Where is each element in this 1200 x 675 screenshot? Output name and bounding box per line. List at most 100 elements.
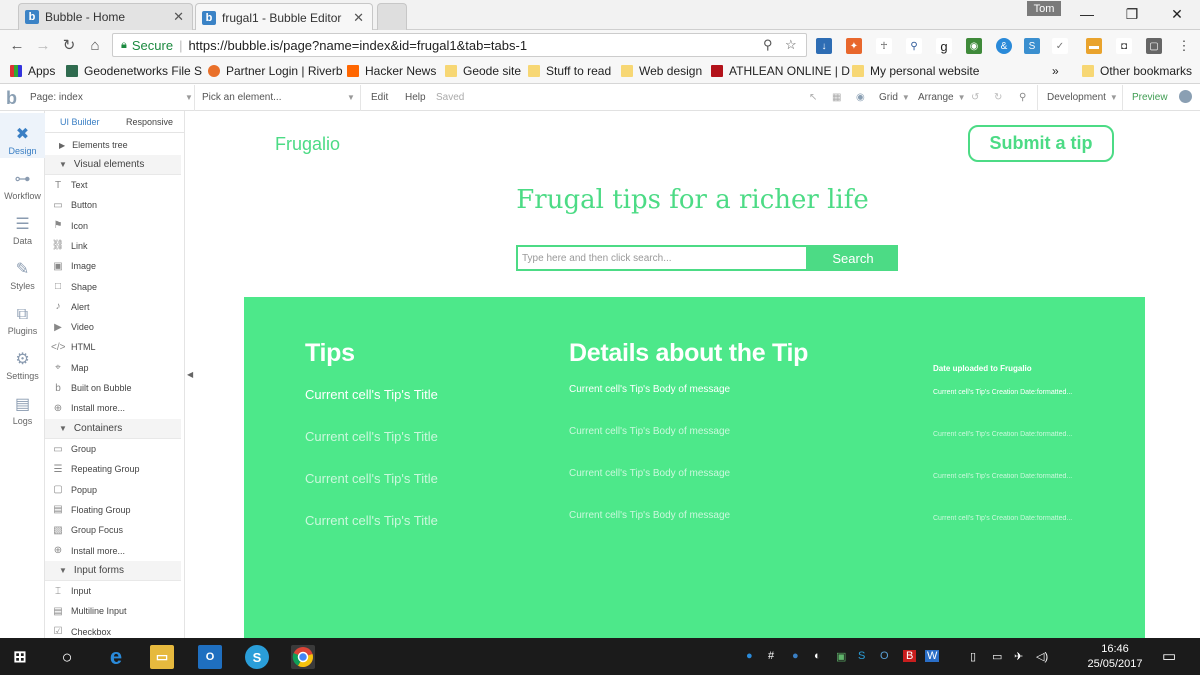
extension-icon[interactable]: g (936, 38, 952, 54)
bookmarks-overflow-chevron[interactable]: » (1052, 64, 1059, 78)
search-input[interactable]: Type here and then click search... (516, 245, 808, 271)
element-picker[interactable]: Pick an element... (202, 92, 281, 103)
profile-button[interactable]: Tom (1027, 1, 1061, 16)
chrome-icon[interactable] (291, 645, 315, 669)
bookmark-stuff-to-read[interactable]: Stuff to read (528, 64, 611, 78)
grid-toggle[interactable]: Grid ▼ (879, 92, 910, 103)
download-ext-icon[interactable]: ↓ (816, 38, 832, 54)
palette-item[interactable]: ⊕ Install more... (45, 398, 181, 418)
tips-repeating-group[interactable]: Tips Details about the Tip Date uploaded… (244, 297, 1145, 638)
rail-plugins[interactable]: ⧉ Plugins (0, 293, 45, 338)
restore-icon[interactable]: ❐ (1122, 4, 1142, 24)
tip-date-cell[interactable]: Current cell's Tip's Creation Date:forma… (933, 431, 1072, 438)
file-explorer-icon[interactable]: ▭ (150, 645, 174, 669)
palette-item[interactable]: □ Shape (45, 277, 181, 297)
tip-body-cell[interactable]: Current cell's Tip's Body of message (569, 510, 730, 521)
tab-responsive[interactable]: Responsive (126, 117, 173, 127)
search-icon[interactable]: ⚲ (1019, 92, 1026, 103)
battery-icon[interactable]: ▯ (970, 650, 976, 663)
palette-item[interactable]: ♪ Alert (45, 297, 181, 317)
outlook-icon[interactable]: O (198, 645, 222, 669)
chevron-down-icon[interactable]: ▼ (343, 92, 355, 103)
chevron-down-icon[interactable]: ▼ (181, 92, 193, 103)
tab-ui-builder[interactable]: UI Builder (60, 117, 100, 127)
windows-start-icon[interactable]: ⊞ (8, 645, 32, 669)
menu-kebab-icon[interactable]: ⋮ (1176, 38, 1192, 54)
extension-icon[interactable]: S (1024, 38, 1040, 54)
hero-heading[interactable]: Frugal tips for a richer life (195, 185, 1190, 215)
tip-body-cell[interactable]: Current cell's Tip's Body of message (569, 468, 730, 479)
input-forms-section[interactable]: ▼ Input forms (45, 561, 181, 581)
volume-icon[interactable]: ◁) (1036, 650, 1048, 663)
palette-item[interactable]: </> HTML (45, 337, 181, 357)
extension-icon[interactable]: ✦ (846, 38, 862, 54)
close-icon[interactable]: ✕ (173, 9, 184, 25)
submit-tip-button[interactable]: Submit a tip (968, 125, 1114, 162)
palette-item[interactable]: ⊕ Install more... (45, 541, 181, 561)
tip-title-cell[interactable]: Current cell's Tip's Title (305, 513, 438, 528)
palette-item[interactable]: ▭ Button (45, 195, 181, 215)
elements-tree-toggle[interactable]: ▶ Elements tree (45, 135, 181, 155)
tip-date-cell[interactable]: Current cell's Tip's Creation Date:forma… (933, 473, 1072, 480)
collapse-palette-icon[interactable]: ◀ (187, 370, 193, 379)
notifications-icon[interactable]: ▭ (1162, 647, 1176, 665)
extension-icon[interactable]: ◉ (966, 38, 982, 54)
extension-icon[interactable]: ▬ (1086, 38, 1102, 54)
skype-icon[interactable]: S (245, 645, 269, 669)
edge-icon[interactable]: e (104, 644, 128, 669)
airplane-icon[interactable]: ✈ (1014, 650, 1023, 663)
palette-item[interactable]: ▧ Group Focus (45, 520, 181, 540)
rail-styles[interactable]: ✎ Styles (0, 248, 45, 293)
bookmark-athlean[interactable]: ATHLEAN ONLINE | D (711, 64, 850, 78)
rail-settings[interactable]: ⚙ Settings (0, 338, 45, 383)
bookmark-apps[interactable]: Apps (10, 64, 55, 78)
cursor-icon[interactable]: ↖ (809, 92, 817, 103)
bookmark-geodenetworks[interactable]: Geodenetworks File S (66, 64, 202, 78)
tray-app-icon[interactable]: W (925, 650, 940, 662)
tray-outlook-icon[interactable]: O (880, 650, 889, 662)
bubble-logo-icon[interactable]: b (6, 88, 22, 108)
palette-item[interactable]: ▶ Video (45, 317, 181, 337)
tray-app-icon[interactable]: # (768, 650, 774, 662)
containers-section[interactable]: ▼ Containers (45, 419, 181, 439)
zoom-icon[interactable]: ⚲ (763, 37, 773, 53)
tip-body-cell[interactable]: Current cell's Tip's Body of message (569, 426, 730, 437)
tab-bubble-editor[interactable]: b frugal1 - Bubble Editor ✕ (195, 3, 373, 31)
tip-body-cell[interactable]: Current cell's Tip's Body of message (569, 384, 730, 395)
tip-title-cell[interactable]: Current cell's Tip's Title (305, 387, 438, 402)
palette-item[interactable]: ⛓ Link (45, 236, 181, 256)
bookmark-hacker-news[interactable]: Hacker News (347, 64, 436, 78)
search-button[interactable]: Search (808, 245, 898, 271)
tip-title-cell[interactable]: Current cell's Tip's Title (305, 471, 438, 486)
address-bar[interactable]: 🔒︎ Secure | https://bubble.is/page?name=… (112, 33, 807, 57)
tab-bubble-home[interactable]: b Bubble - Home ✕ (18, 3, 193, 30)
tray-app-icon[interactable]: ● (746, 650, 753, 662)
extension-icon[interactable]: ⚲ (906, 38, 922, 54)
edit-menu[interactable]: Edit (371, 92, 388, 103)
extension-icon[interactable]: ▢ (1146, 38, 1162, 54)
extension-icon[interactable]: ✓ (1052, 38, 1068, 54)
bookmark-personal-website[interactable]: My personal website (852, 64, 979, 78)
rail-data[interactable]: ☰ Data (0, 203, 45, 248)
rail-logs[interactable]: ▤ Logs (0, 383, 45, 428)
bookmark-partner-login[interactable]: Partner Login | Riverb (208, 64, 343, 78)
undo-icon[interactable]: ↺ (971, 92, 979, 103)
palette-item[interactable]: ▤ Multiline Input (45, 601, 181, 621)
redo-icon[interactable]: ↻ (994, 92, 1002, 103)
tray-app-icon[interactable]: ◐ (814, 650, 821, 662)
tip-title-cell[interactable]: Current cell's Tip's Title (305, 429, 438, 444)
palette-item[interactable]: ▢ Popup (45, 480, 181, 500)
palette-item[interactable]: T Text (45, 175, 181, 195)
palette-item[interactable]: ☰ Repeating Group (45, 459, 181, 479)
arrange-menu[interactable]: Arrange ▼ (918, 92, 966, 103)
preview-button[interactable]: Preview (1132, 92, 1168, 103)
back-icon[interactable]: ← (8, 36, 26, 54)
network-icon[interactable]: ▭ (992, 650, 1002, 663)
close-icon[interactable]: ✕ (353, 10, 364, 26)
user-avatar-icon[interactable] (1179, 90, 1192, 103)
tray-skype-icon[interactable]: S (858, 650, 865, 662)
palette-item[interactable]: ▣ Image (45, 256, 181, 276)
forward-icon[interactable]: → (34, 36, 52, 54)
bookmark-web-design[interactable]: Web design (621, 64, 702, 78)
bookmark-other[interactable]: Other bookmarks (1082, 64, 1192, 78)
